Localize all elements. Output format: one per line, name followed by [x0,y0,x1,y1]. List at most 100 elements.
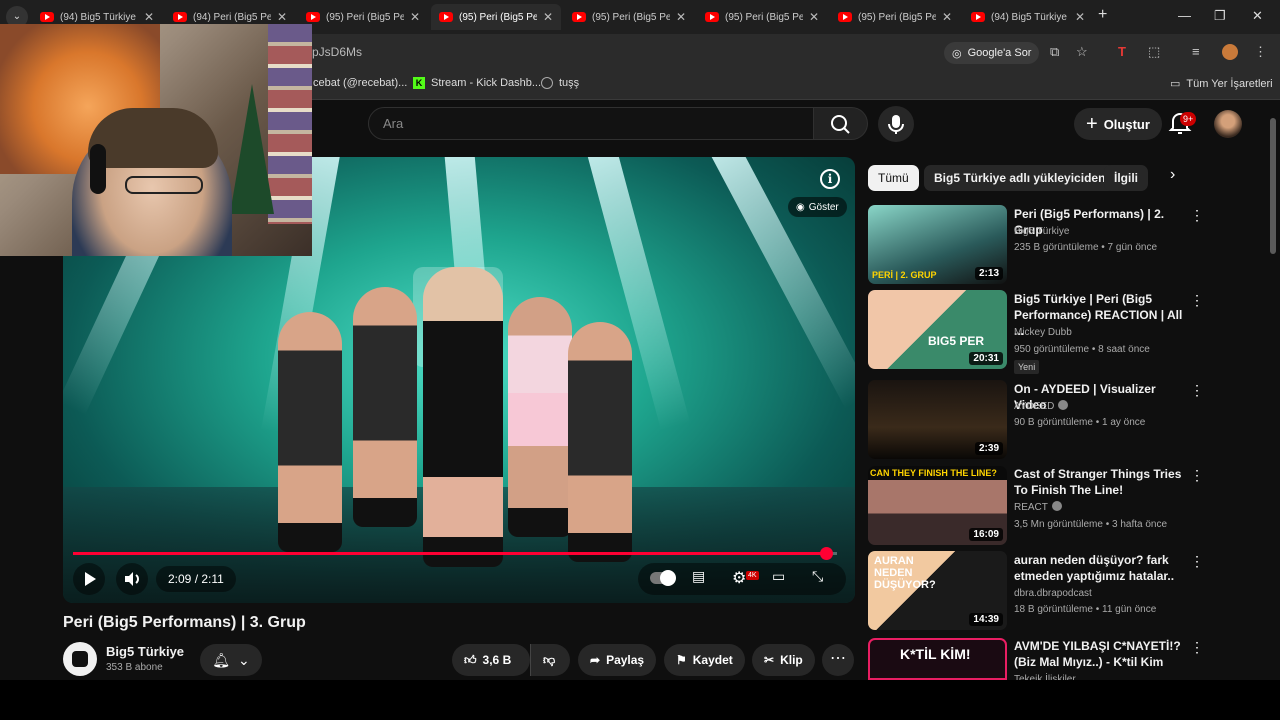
glasses [125,176,203,194]
more-options-icon[interactable]: ⋮ [1190,292,1204,309]
bookmark-item[interactable]: cebat (@recebat)... [313,77,407,89]
bookmark-label: tuşş [559,77,580,89]
more-actions-icon[interactable]: ⋯ [822,644,854,676]
voice-search-button[interactable] [878,106,914,142]
browser-tab[interactable]: (95) Peri (Big5 Pe ✕ [830,4,960,30]
browser-tab[interactable]: (95) Peri (Big5 Pe ✕ [298,4,428,30]
install-app-icon[interactable]: ⧉ [1050,44,1059,60]
browser-tab[interactable]: (95) Peri (Big5 Pe ✕ [697,4,827,30]
new-badge: Yeni [1014,360,1040,374]
close-tab-icon[interactable]: ✕ [809,10,819,24]
video-duration: 16:09 [969,528,1003,541]
scrollbar-thumb[interactable] [1270,118,1276,254]
close-tab-icon[interactable]: ✕ [144,10,154,24]
save-button[interactable]: ⚑ Kaydet [664,644,745,676]
more-options-icon[interactable]: ⋮ [1190,639,1204,656]
recommendation-channel[interactable]: Mickey Dubb [1014,325,1072,341]
video-duration: 14:39 [969,613,1003,626]
more-options-icon[interactable]: ⋮ [1190,207,1204,224]
close-tab-icon[interactable]: ✕ [942,10,952,24]
progress-scrubber-handle[interactable] [820,547,833,560]
recommendation-channel[interactable]: AYDEED [1014,399,1069,415]
recommendation-channel[interactable]: Tekeik İlişkiler [1014,672,1076,680]
show-button[interactable]: ◉ Göster [788,197,847,217]
recommendation-title[interactable]: Cast of Stranger Things Tries To Finish … [1014,466,1184,498]
dancer [278,312,342,552]
fullscreen-icon[interactable]: ⤡ [812,568,823,585]
video-thumbnail[interactable]: CAN THEY FINISH THE LINE? 16:09 [868,466,1007,545]
progress-played [73,552,826,555]
video-duration: 20:31 [969,352,1003,365]
play-icon [85,572,96,586]
plus-icon: + [1086,112,1098,135]
close-tab-icon[interactable]: ✕ [1075,10,1085,24]
address-bar-url[interactable]: pJsD6Ms [312,45,362,59]
browser-tab[interactable]: (95) Peri (Big5 Pe ✕ [564,4,694,30]
share-button[interactable]: ➦ Paylaş [578,644,657,676]
clip-button[interactable]: ✂ Klip [752,644,815,676]
subscription-notification-button[interactable]: 🔔︎ ⌄ [200,644,262,676]
search-button[interactable] [814,107,868,140]
bookmark-item[interactable]: tuşş [541,77,579,89]
video-thumbnail[interactable]: AURAN NEDEN DÜŞÜYOR? 14:39 [868,551,1007,630]
channel-avatar[interactable] [63,642,97,676]
media-controls-icon[interactable]: ≡ [1192,44,1200,59]
search-input[interactable]: Ara [368,107,814,140]
close-tab-icon[interactable]: ✕ [676,10,686,24]
create-button[interactable]: + Oluştur [1074,108,1162,140]
video-thumbnail[interactable]: 2:39 [868,380,1007,459]
dislike-button[interactable]: 👎︎ [530,644,570,676]
thumbnail-caption: AURAN NEDEN DÜŞÜYOR? [874,555,936,591]
close-tab-icon[interactable]: ✕ [277,10,287,24]
all-bookmarks-button[interactable]: ▭ Tüm Yer İşaretleri [1170,77,1273,91]
google-lens-button[interactable]: ◎ Google'a Sor [944,42,1040,64]
bookmark-item[interactable]: K Stream - Kick Dashb... [413,77,541,89]
extensions-puzzle-icon[interactable]: ⬚ [1148,44,1160,60]
maximize-icon[interactable]: ❐ [1214,8,1226,24]
verified-check-icon [1058,400,1069,410]
clip-label: Klip [780,653,803,667]
info-icon[interactable]: i [820,169,840,189]
video-thumbnail[interactable]: BIG5 PER 20:31 [868,290,1007,369]
like-button[interactable]: 👍︎ 3,6 B [452,644,530,676]
minimize-icon[interactable]: — [1178,8,1191,23]
video-thumbnail[interactable]: PERİ | 2. GRUP 2:13 [868,205,1007,284]
profile-avatar-icon[interactable] [1222,44,1238,60]
settings-gear-icon[interactable]: ⚙ [732,568,746,588]
volume-icon [125,572,139,586]
extension-tp-icon[interactable]: T [1118,44,1126,59]
account-avatar[interactable] [1214,110,1242,138]
browser-tab[interactable]: (94) Big5 Türkiye ✕ [963,4,1093,30]
close-tab-icon[interactable]: ✕ [410,10,420,24]
quality-badge: 4K [746,571,759,580]
browser-menu-icon[interactable]: ⋮ [1254,44,1267,60]
more-options-icon[interactable]: ⋮ [1190,553,1204,570]
close-tab-icon[interactable]: ✕ [543,10,553,24]
youtube-favicon-icon [173,12,187,22]
tab-title: (95) Peri (Big5 Pe [326,11,404,23]
thumbnail-caption: BIG5 PER [928,334,985,348]
theater-mode-icon[interactable]: ▭ [772,568,785,585]
channel-name[interactable]: Big5 Türkiye [106,644,184,659]
recommendation-channel[interactable]: Big5 Türkiye [1014,224,1069,240]
new-tab-icon[interactable]: + [1098,6,1107,24]
bookmark-label: Stream - Kick Dashb... [431,77,542,89]
close-window-icon[interactable]: ✕ [1252,8,1263,24]
bookmark-star-icon[interactable]: ☆ [1076,44,1088,60]
chevron-right-icon[interactable]: › [1170,166,1175,184]
more-options-icon[interactable]: ⋮ [1190,382,1204,399]
recommendation-meta: 950 görüntüleme • 8 saat önce [1014,344,1150,355]
browser-tab-active[interactable]: (95) Peri (Big5 Pe ✕ [431,4,561,30]
video-thumbnail[interactable]: K*TİL KİM! [868,638,1007,680]
play-button[interactable] [73,563,105,595]
volume-button[interactable] [116,563,148,595]
autoplay-toggle[interactable] [650,570,676,586]
chip-from-uploader[interactable]: Big5 Türkiye adlı yükleyiciden [924,165,1116,191]
recommendation-title[interactable]: auran neden düşüyor? fark etmeden yaptığ… [1014,552,1184,584]
recommendation-channel[interactable]: dbra.dbrapodcast [1014,586,1092,602]
chip-related[interactable]: İlgili [1104,165,1148,191]
recommendation-channel[interactable]: REACT [1014,500,1062,516]
more-options-icon[interactable]: ⋮ [1190,467,1204,484]
chip-all[interactable]: Tümü [868,165,919,191]
subtitles-icon[interactable]: ▤ [692,568,705,585]
